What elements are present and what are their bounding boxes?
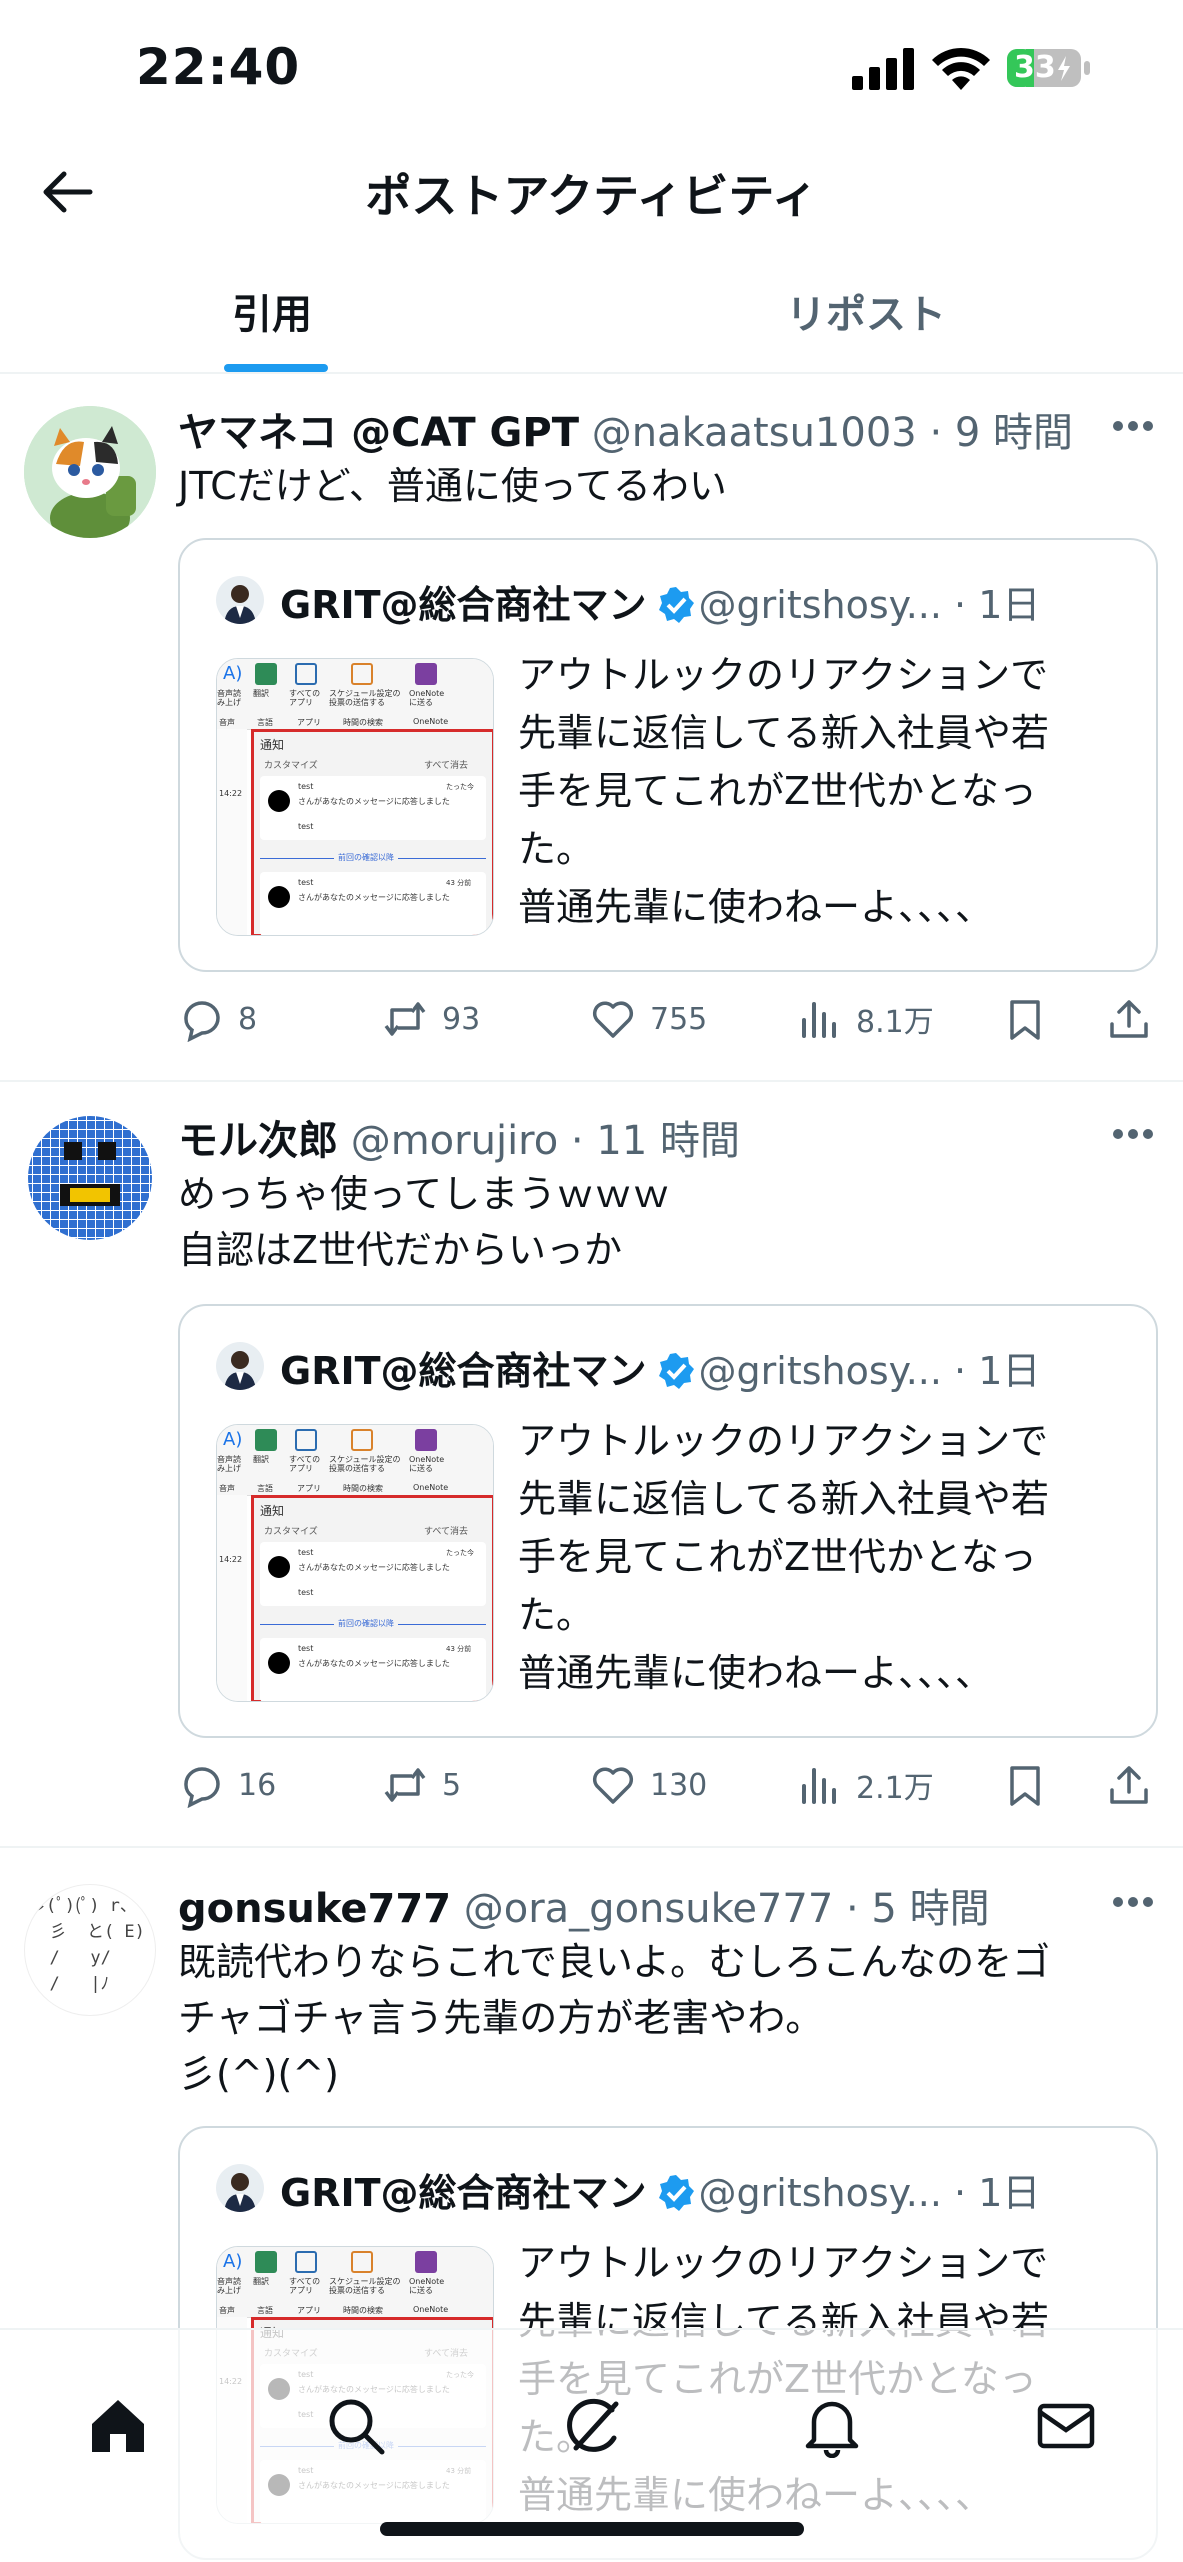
quoted-author-name: GRIT@総合商社マン: [280, 583, 647, 627]
tab-reposts[interactable]: リポスト: [786, 282, 946, 340]
reply-button[interactable]: 8: [178, 996, 257, 1042]
search-icon[interactable]: [324, 2394, 388, 2458]
quoted-image-thumbnail: A) 音声読み上げ 翻訳 すべてのアプリ スケジュール設定の投票の送信する On…: [216, 1424, 494, 1702]
apps-icon: [295, 1429, 317, 1451]
quoted-text: アウトルックのリアクションで 先輩に返信してる新入社員や若 手を見てこれがZ世代…: [518, 653, 1049, 929]
calendar-icon: [351, 1429, 373, 1451]
quoted-handle-time: @gritshosy... · 1日: [698, 583, 1041, 627]
cellular-signal-icon: [852, 48, 914, 90]
repost-button[interactable]: 5: [382, 1762, 461, 1808]
post-text: 既読代わりならこれで良いよ。むしろこんなのをゴ チャゴチャ言う先輩の方が老害やわ…: [178, 1940, 1051, 2096]
bookmark-icon: [1010, 1000, 1040, 1040]
post-text: JTCだけど、普通に使ってるわい: [178, 464, 727, 508]
verified-badge-icon: [658, 587, 694, 623]
post-actions: 8 93 755 8.1万: [0, 996, 1183, 1046]
views-chart-icon: [802, 1002, 836, 1038]
views-button[interactable]: 2.1万: [796, 1762, 934, 1808]
calendar-icon: [351, 2251, 373, 2273]
post-text: めっちゃ使ってしまうｗｗｗ 自認はZ世代だからいっか: [178, 1172, 671, 1272]
share-icon: [1110, 1000, 1148, 1038]
quoted-post-card[interactable]: GRIT@総合商社マン @gritshosy... · 1日 A) 音声読み上げ …: [178, 1304, 1158, 1738]
avatar[interactable]: 彡(ﾟ)(ﾟ) r、 彡 と( E) / y/ / |ﾉ: [24, 1884, 156, 2016]
post-divider: [0, 1080, 1183, 1082]
page-title: ポストアクティビティ: [365, 169, 818, 223]
home-indicator: [380, 2522, 804, 2536]
bookmark-button[interactable]: [1002, 996, 1048, 1042]
reply-button[interactable]: 16: [178, 1762, 276, 1808]
quoted-handle-time: @gritshosy... · 1日: [698, 2171, 1041, 2215]
speaker-icon: A): [223, 1429, 243, 1450]
tab-quotes[interactable]: 引用: [232, 282, 312, 340]
share-icon: [1110, 1766, 1148, 1804]
translate-icon: [255, 663, 277, 685]
bookmark-icon: [1010, 1766, 1040, 1806]
grok-icon[interactable]: [562, 2394, 626, 2458]
header-divider: [0, 372, 1183, 374]
post-author-line: gonsuke777 @ora_gonsuke777 · 5 時間: [178, 1876, 990, 1934]
author-name[interactable]: モル次郎: [178, 1118, 338, 1164]
onenote-icon: [415, 663, 437, 685]
status-time: 22:40: [136, 38, 301, 96]
verified-badge-icon: [658, 1353, 694, 1389]
views-chart-icon: [802, 1768, 836, 1804]
share-button[interactable]: [1106, 996, 1152, 1042]
repost-icon: [384, 1768, 426, 1802]
author-handle-time[interactable]: @morujiro · 11 時間: [351, 1118, 740, 1164]
post-actions: 16 5 130 2.1万: [0, 1762, 1183, 1812]
quoted-handle-time: @gritshosy... · 1日: [698, 1349, 1041, 1393]
more-icon[interactable]: [1112, 420, 1154, 432]
messages-envelope-icon[interactable]: [1034, 2394, 1098, 2458]
like-button[interactable]: 130: [590, 1762, 707, 1808]
onenote-icon: [415, 1429, 437, 1451]
notifications-bell-icon[interactable]: [800, 2394, 864, 2458]
speaker-icon: A): [223, 663, 243, 684]
verified-badge-icon: [658, 2175, 694, 2211]
apps-icon: [295, 2251, 317, 2273]
heart-icon: [592, 1767, 634, 1804]
post-author-line: モル次郎 @morujiro · 11 時間: [178, 1108, 740, 1166]
views-button[interactable]: 8.1万: [796, 996, 934, 1042]
repost-icon: [384, 1002, 426, 1036]
like-button[interactable]: 755: [590, 996, 707, 1042]
onenote-icon: [415, 2251, 437, 2273]
translate-icon: [255, 1429, 277, 1451]
bookmark-button[interactable]: [1002, 1762, 1048, 1808]
battery-icon: 33: [1006, 48, 1092, 88]
reply-icon: [184, 1001, 220, 1042]
translate-icon: [255, 2251, 277, 2273]
quoted-image-thumbnail: A) 音声読み上げ 翻訳 すべてのアプリ スケジュール設定の投票の送信する On…: [216, 658, 494, 936]
author-name[interactable]: gonsuke777: [178, 1886, 451, 1932]
quoted-author-name: GRIT@総合商社マン: [280, 2171, 647, 2215]
author-handle-time[interactable]: @nakaatsu1003 · 9 時間: [592, 410, 1073, 456]
post-divider: [0, 1846, 1183, 1848]
more-icon[interactable]: [1112, 1128, 1154, 1140]
reply-icon: [184, 1767, 220, 1808]
share-button[interactable]: [1106, 1762, 1152, 1808]
home-icon[interactable]: [86, 2394, 150, 2458]
battery-level: 33: [1014, 50, 1056, 85]
quoted-text: アウトルックのリアクションで 先輩に返信してる新入社員や若 手を見てこれがZ世代…: [518, 1419, 1049, 1695]
active-tab-indicator: [224, 364, 328, 372]
quoted-author-name: GRIT@総合商社マン: [280, 1349, 647, 1393]
post-author-line: ヤマネコ @CAT GPT @nakaatsu1003 · 9 時間: [178, 400, 1073, 458]
author-name[interactable]: ヤマネコ @CAT GPT: [178, 410, 579, 456]
heart-icon: [592, 1001, 634, 1038]
apps-icon: [295, 663, 317, 685]
author-handle-time[interactable]: @ora_gonsuke777 · 5 時間: [464, 1886, 990, 1932]
calendar-icon: [351, 663, 373, 685]
more-icon[interactable]: [1112, 1896, 1154, 1908]
quoted-avatar: [216, 2164, 264, 2212]
avatar[interactable]: [24, 406, 156, 538]
avatar[interactable]: [24, 1112, 156, 1244]
quoted-post-card[interactable]: GRIT@総合商社マン @gritshosy... · 1日 A) 音声読み上げ …: [178, 538, 1158, 972]
speaker-icon: A): [223, 2251, 243, 2272]
quoted-avatar: [216, 576, 264, 624]
quoted-avatar: [216, 1342, 264, 1390]
wifi-icon: [932, 47, 990, 90]
repost-button[interactable]: 93: [382, 996, 480, 1042]
